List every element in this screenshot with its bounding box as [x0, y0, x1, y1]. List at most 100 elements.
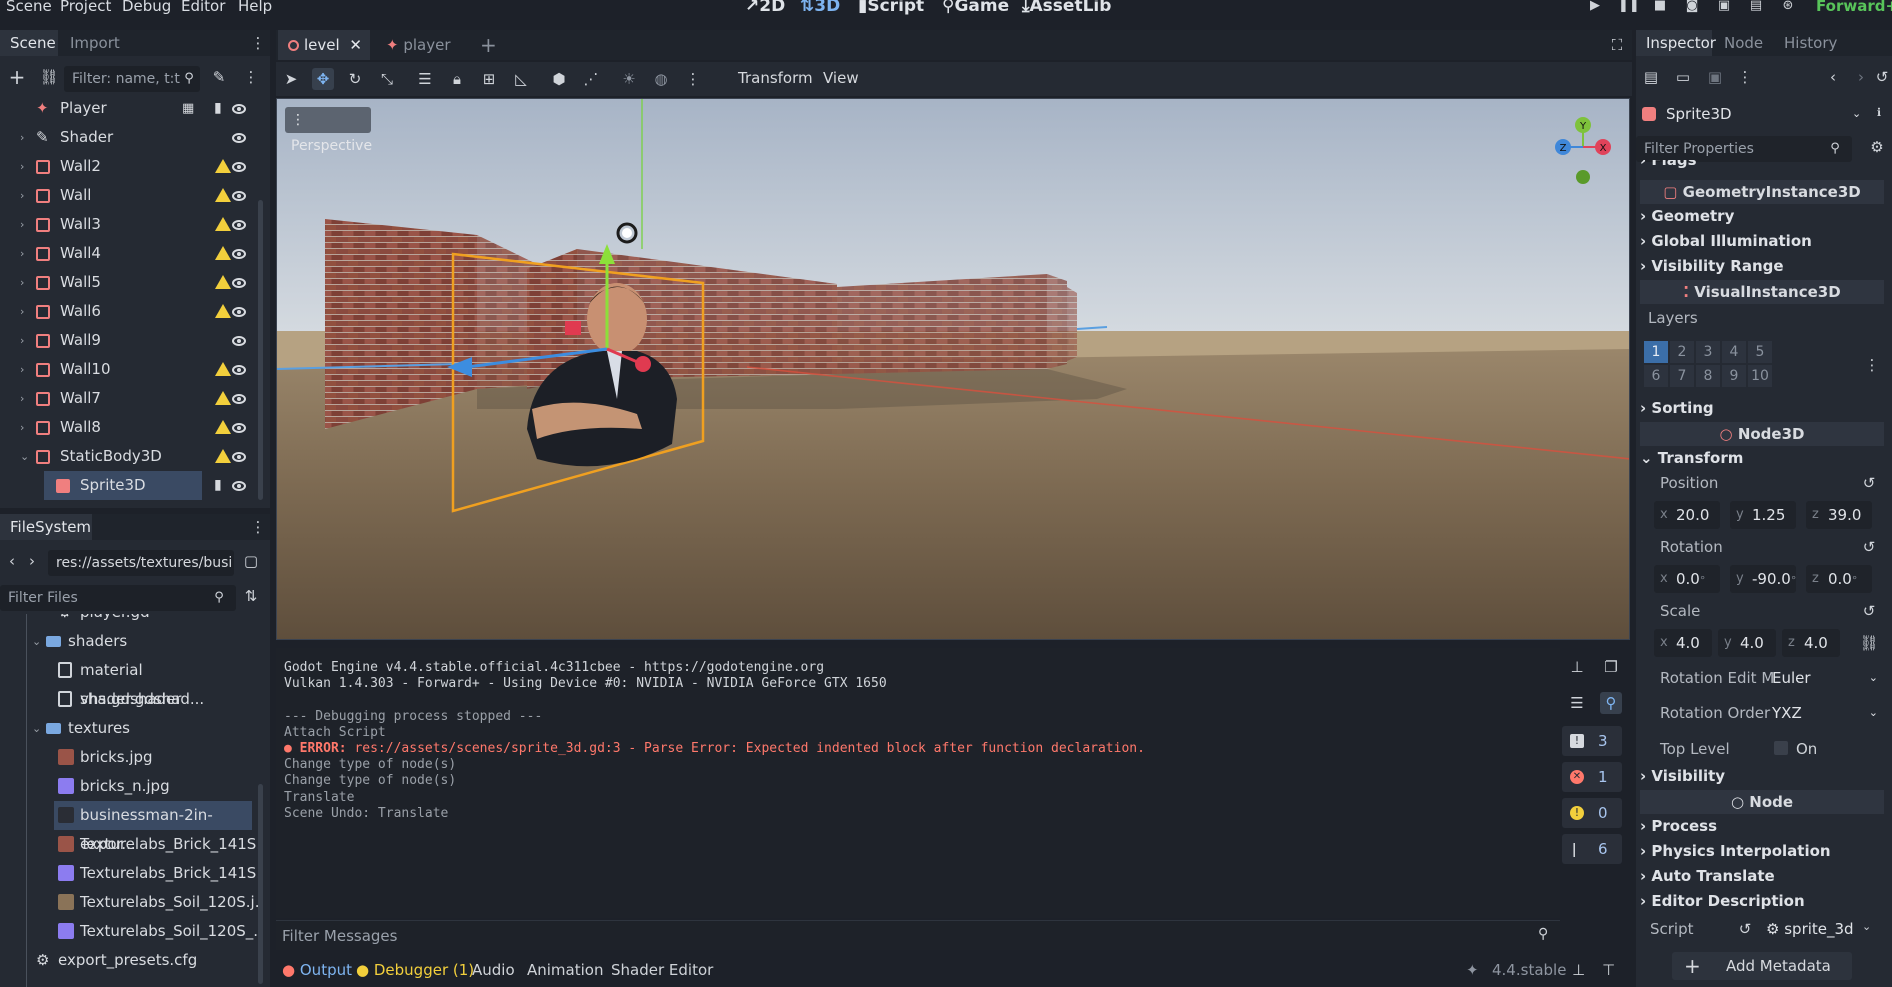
scene-tree-node-wall[interactable]: › Wall [0, 181, 260, 210]
view-menu[interactable]: View [823, 69, 859, 87]
script-resource-picker[interactable]: ⚙ sprite_3d [1766, 920, 1854, 938]
view-gizmo[interactable]: Y X Z [1547, 107, 1627, 187]
visibility-eye-icon[interactable] [232, 220, 246, 230]
chevron-right-icon[interactable]: › [20, 326, 30, 355]
chevron-right-icon[interactable]: › [20, 384, 30, 413]
tab-filesystem[interactable]: FileSystem [0, 514, 92, 540]
layer-10-toggle[interactable]: 10 [1748, 365, 1772, 387]
workspace-3d[interactable]: ⇅3D [800, 0, 840, 16]
workspace-script[interactable]: ▮Script [858, 0, 924, 16]
file-item[interactable]: bricks_n.jpg [0, 772, 252, 801]
resource-menu-icon[interactable]: ⋮ [1734, 66, 1756, 88]
layer-5-toggle[interactable]: 5 [1748, 341, 1772, 363]
warning-icon[interactable] [215, 362, 231, 376]
flags-section[interactable]: › Flags [1640, 160, 1880, 173]
rotation-order-select[interactable]: YXZ ⌄ [1766, 699, 1884, 727]
more-options-icon[interactable]: ⋮ [682, 68, 704, 90]
workspace-assetlib[interactable]: ⤓AssetLib [1022, 0, 1111, 16]
link-scale-icon[interactable]: ⛓ [1858, 632, 1880, 654]
warning-icon[interactable] [215, 449, 231, 463]
stop-icon[interactable]: ■ [1651, 0, 1669, 14]
visibility-eye-icon[interactable] [232, 133, 246, 143]
transform-section[interactable]: ⌄ Transform [1640, 446, 1884, 471]
tab-audio[interactable]: Audio [472, 961, 515, 979]
menu-debug[interactable]: Debug [122, 0, 171, 15]
visibility-eye-icon[interactable] [232, 452, 246, 462]
global-illumination-section[interactable]: › Global Illumination [1640, 229, 1884, 254]
forward-icon[interactable]: › [22, 550, 42, 572]
scale-x-field[interactable]: x 4.0 [1654, 629, 1712, 657]
revert-icon[interactable]: ↺ [1734, 918, 1756, 940]
snap-icon[interactable]: ⋰ [580, 68, 602, 90]
local-space-icon[interactable]: ⬢ [548, 68, 570, 90]
chevron-right-icon[interactable]: › [20, 239, 30, 268]
tab-import[interactable]: Import [60, 30, 130, 56]
revert-icon[interactable]: ↺ [1858, 472, 1880, 494]
process-section[interactable]: › Process [1640, 814, 1884, 839]
chevron-down-icon[interactable]: ⌄ [1862, 920, 1871, 933]
chevron-down-icon[interactable]: ⌄ [32, 627, 42, 656]
sort-icon[interactable]: ⇅ [240, 585, 262, 607]
revert-icon[interactable]: ↺ [1858, 536, 1880, 558]
output-log[interactable]: Godot Engine v4.4.stable.official.4c311c… [276, 648, 1560, 918]
scale-y-field[interactable]: y 4.0 [1718, 629, 1776, 657]
position-y-field[interactable]: y 1.25 [1730, 501, 1796, 529]
scene-tree-node-wall8[interactable]: › Wall8 [0, 413, 260, 442]
object-history-icon[interactable]: ↺ [1874, 66, 1890, 88]
layer-2-toggle[interactable]: 2 [1670, 341, 1694, 363]
file-item[interactable]: businessman-2in-expor... [54, 801, 252, 853]
add-metadata-button[interactable]: + Add Metadata [1672, 952, 1852, 980]
scene-tree-node-wall5[interactable]: › Wall5 [0, 268, 260, 297]
chevron-right-icon[interactable]: › [20, 413, 30, 442]
filter-messages-button[interactable]: ! 3 [1562, 726, 1622, 756]
top-level-checkbox[interactable] [1774, 741, 1788, 755]
warning-icon[interactable] [215, 304, 231, 318]
scene-tree-node-wall9[interactable]: › Wall9 [0, 326, 260, 355]
auto-translate-section[interactable]: › Auto Translate [1640, 864, 1884, 889]
path-field[interactable]: res://assets/textures/busi [48, 550, 234, 576]
open-resource-icon[interactable]: ▭ [1672, 66, 1694, 88]
editor-description-section[interactable]: › Editor Description [1640, 889, 1884, 914]
visibility-eye-icon[interactable] [232, 191, 246, 201]
filter-properties-input[interactable]: Filter Properties [1636, 136, 1852, 162]
visibility-section[interactable]: › Visibility [1640, 764, 1884, 789]
new-resource-icon[interactable]: ▤ [1640, 66, 1662, 88]
file-item[interactable]: vhs.gdshader [0, 685, 252, 714]
tab-output[interactable]: ● Output [282, 961, 352, 979]
file-item[interactable]: Texturelabs_Soil_120S_... [0, 917, 262, 946]
play-icon[interactable]: ▶ [1586, 0, 1604, 14]
clear-output-icon[interactable]: ⊥ [1566, 656, 1588, 678]
visibility-eye-icon[interactable] [232, 336, 246, 346]
scene-tree-node-wall3[interactable]: › Wall3 [0, 210, 260, 239]
menu-project[interactable]: Project [60, 0, 111, 15]
warning-icon[interactable] [215, 275, 231, 289]
visibility-range-section[interactable]: › Visibility Range [1640, 254, 1884, 279]
copy-output-icon[interactable]: ❐ [1600, 656, 1622, 678]
visibility-eye-icon[interactable] [232, 162, 246, 172]
pause-icon[interactable]: ❚❚ [1618, 0, 1640, 14]
scene-tree-node-wall7[interactable]: › Wall7 [0, 384, 260, 413]
back-icon[interactable]: ‹ [2, 550, 22, 572]
tab-inspector[interactable]: Inspector [1636, 30, 1716, 56]
scene-tree-node-wall6[interactable]: › Wall6 [0, 297, 260, 326]
play-custom-scene-icon[interactable]: ▤ [1747, 0, 1765, 14]
layer-9-toggle[interactable]: 9 [1722, 365, 1746, 387]
scale-tool-icon[interactable]: ⤡ [376, 68, 398, 90]
visibility-eye-icon[interactable] [232, 307, 246, 317]
warning-icon[interactable] [215, 246, 231, 260]
filter-files-input[interactable]: Filter Files [0, 585, 236, 611]
expand-panel-icon[interactable]: ⊤ [1602, 961, 1615, 979]
chevron-right-icon[interactable]: › [20, 152, 30, 181]
sun-toggle-icon[interactable]: ☀ [618, 68, 640, 90]
perspective-menu[interactable]: ⋮ Perspective [285, 107, 372, 154]
chevron-right-icon[interactable]: › [20, 297, 30, 326]
script-icon[interactable]: ▮ [214, 471, 228, 500]
transform-menu[interactable]: Transform [738, 69, 813, 87]
menu-scene[interactable]: Scene [6, 0, 52, 15]
rotate-tool-icon[interactable]: ↻ [344, 68, 366, 90]
pin-icon[interactable]: ⊥ [1572, 961, 1585, 979]
scene-tree-scrollbar[interactable] [258, 200, 263, 500]
scale-z-field[interactable]: z 4.0 [1782, 629, 1840, 657]
workspace-2d[interactable]: ↗2D [745, 0, 785, 16]
chevron-down-icon[interactable]: ⌄ [20, 442, 30, 471]
